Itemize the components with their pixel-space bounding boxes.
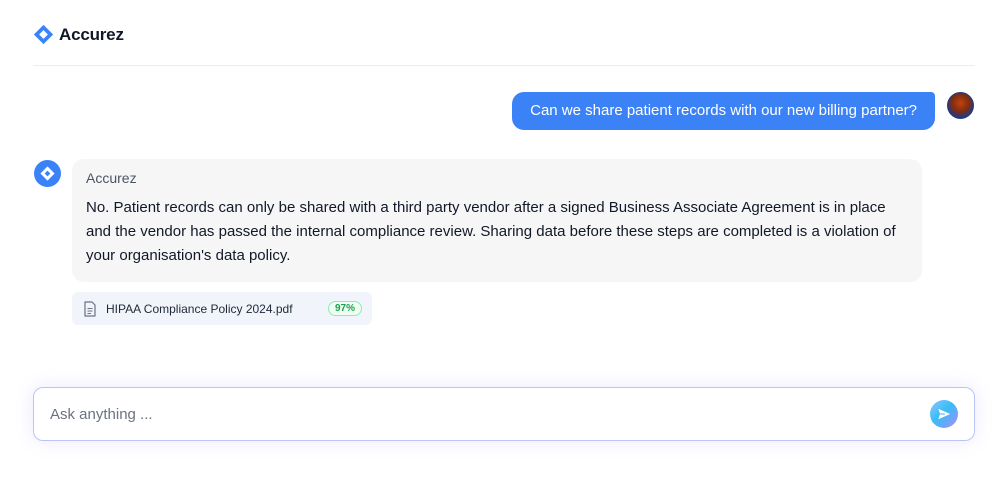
user-avatar[interactable]: [947, 92, 974, 119]
document-icon: [84, 300, 96, 317]
source-document-chip[interactable]: HIPAA Compliance Policy 2024.pdf 97%: [72, 292, 372, 325]
diamond-logo-icon: [33, 24, 54, 45]
send-button[interactable]: [930, 400, 958, 428]
accurez-logo-icon: [40, 166, 55, 181]
bot-name: Accurez: [86, 170, 137, 186]
user-message-bubble: Can we share patient records with our ne…: [512, 92, 935, 130]
brand-name: Accurez: [59, 24, 124, 44]
app-header: Accurez: [33, 20, 975, 66]
bot-message-text: No. Patient records can only be shared w…: [86, 199, 896, 264]
ask-input[interactable]: [50, 405, 930, 423]
source-document-name: HIPAA Compliance Policy 2024.pdf: [106, 301, 293, 316]
bot-message-bubble: Accurez No. Patient records can only be …: [72, 159, 922, 282]
chat-composer: [33, 387, 975, 441]
bot-avatar: [34, 160, 61, 187]
brand-logo[interactable]: Accurez: [33, 24, 124, 45]
relevance-score-badge: 97%: [327, 301, 362, 316]
user-message-row: Can we share patient records with our ne…: [512, 92, 974, 130]
send-arrow-icon: [938, 408, 951, 420]
